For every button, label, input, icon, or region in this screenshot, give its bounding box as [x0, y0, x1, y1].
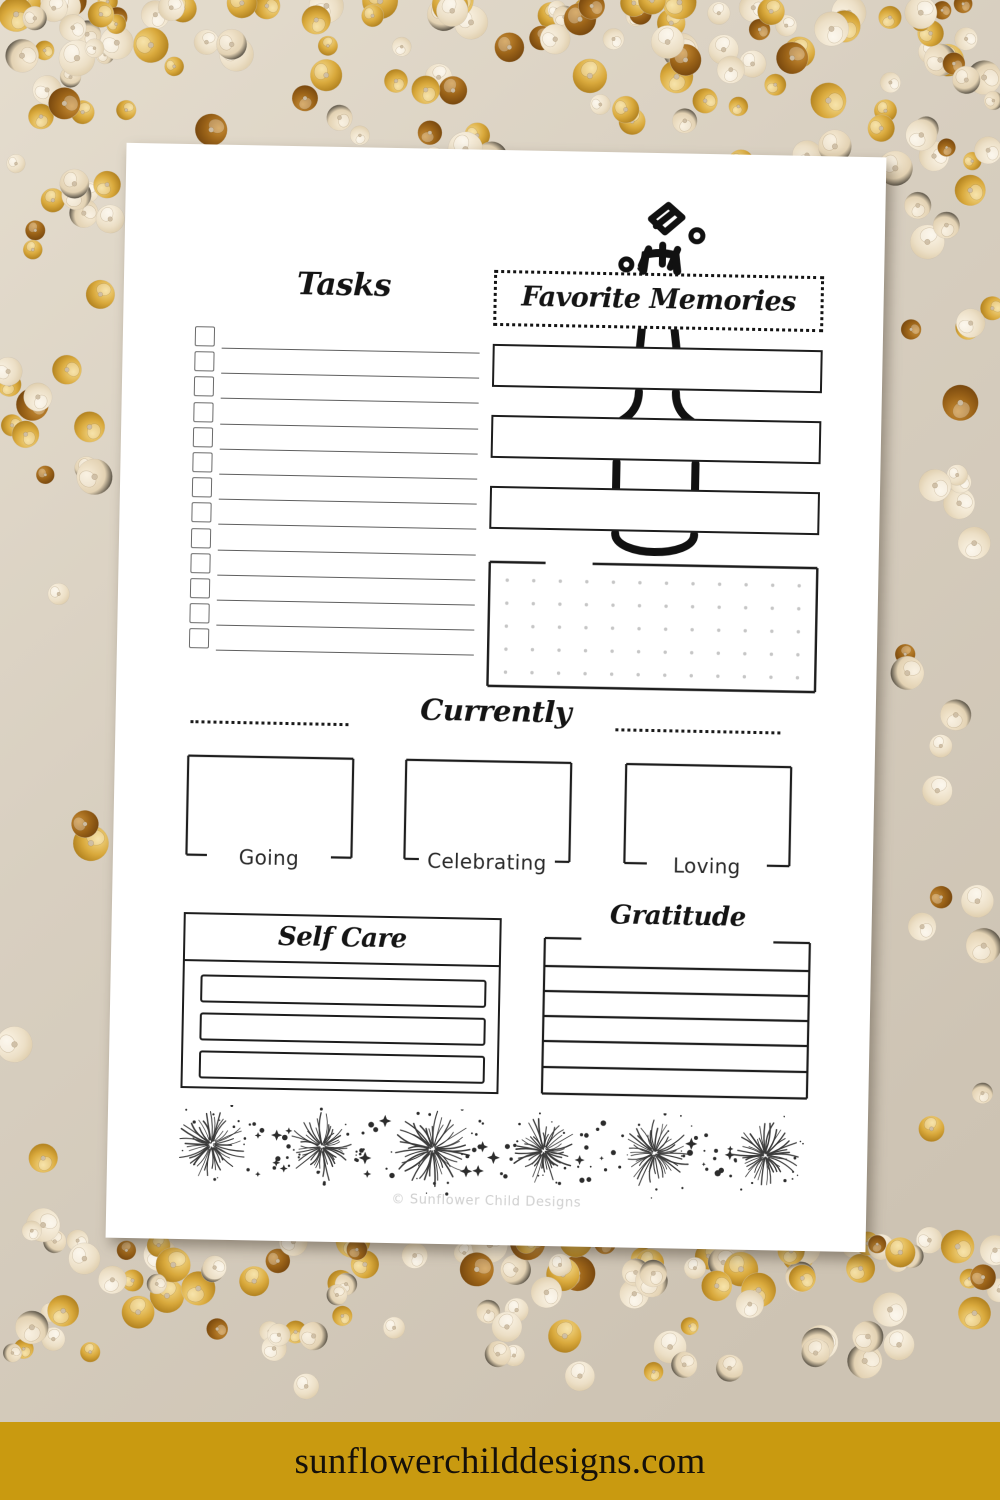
task-checkbox[interactable] [191, 502, 212, 523]
tasks-list [188, 326, 480, 659]
task-checkbox[interactable] [189, 603, 210, 624]
task-row[interactable] [188, 628, 474, 659]
gratitude-heading: Gratitude [609, 900, 746, 933]
currently-label: Loving [672, 853, 741, 879]
task-checkbox[interactable] [188, 628, 210, 649]
currently-cell-celebrating[interactable]: Celebrating [403, 758, 573, 875]
favorite-memories-banner: Favorite Memories [493, 269, 825, 333]
currently-cell-loving[interactable]: Loving [623, 762, 793, 879]
task-checkbox[interactable] [193, 401, 214, 423]
task-checkbox[interactable] [192, 452, 213, 473]
currently-cell-frame [623, 762, 793, 868]
currently-divider-left [190, 720, 349, 727]
currently-cell-frame [185, 754, 355, 859]
currently-label: Celebrating [426, 848, 547, 875]
task-checkbox[interactable] [194, 326, 216, 347]
currently-label: Going [238, 845, 300, 871]
favorite-memories-heading: Favorite Memories [521, 280, 797, 318]
task-checkbox[interactable] [190, 527, 212, 548]
favorite-memories-section: Favorite Memories [486, 170, 826, 706]
tasks-heading: Tasks [296, 266, 392, 304]
self-care-slot[interactable] [198, 1050, 486, 1084]
firework [285, 1107, 362, 1186]
firework [509, 1108, 580, 1186]
self-care-heading: Self Care [277, 921, 407, 955]
task-checkbox[interactable] [192, 426, 214, 448]
website-banner: sunflowerchilddesigns.com [0, 1422, 1000, 1500]
task-writing-line[interactable] [215, 649, 474, 656]
task-checkbox[interactable] [190, 552, 211, 574]
memory-notes-dot-grid[interactable] [486, 560, 819, 694]
currently-cell-going[interactable]: Going [185, 754, 355, 870]
currently-heading: Currently [419, 692, 572, 730]
printable-planner-page: Tasks Favorite Memories Currently Going … [105, 142, 887, 1253]
gratitude-section: Gratitude [540, 900, 811, 1100]
memory-box[interactable] [489, 485, 821, 536]
task-checkbox[interactable] [193, 376, 215, 397]
task-checkbox[interactable] [194, 351, 215, 372]
self-care-slot[interactable] [199, 1012, 486, 1046]
memory-box[interactable] [490, 414, 822, 465]
firework [729, 1115, 804, 1191]
firework [621, 1107, 693, 1199]
gratitude-lines-frame[interactable] [540, 911, 811, 1100]
website-url: sunflowerchilddesigns.com [294, 1440, 706, 1482]
self-care-section: Self Care [180, 912, 502, 1095]
self-care-header: Self Care [184, 914, 500, 968]
memory-box[interactable] [491, 343, 823, 394]
task-checkbox[interactable] [189, 577, 211, 599]
self-care-slot[interactable] [200, 974, 487, 1008]
firework [390, 1105, 478, 1196]
currently-divider-right [615, 728, 781, 735]
currently-cell-frame [403, 758, 573, 864]
task-checkbox[interactable] [191, 477, 213, 498]
firework [179, 1104, 252, 1181]
